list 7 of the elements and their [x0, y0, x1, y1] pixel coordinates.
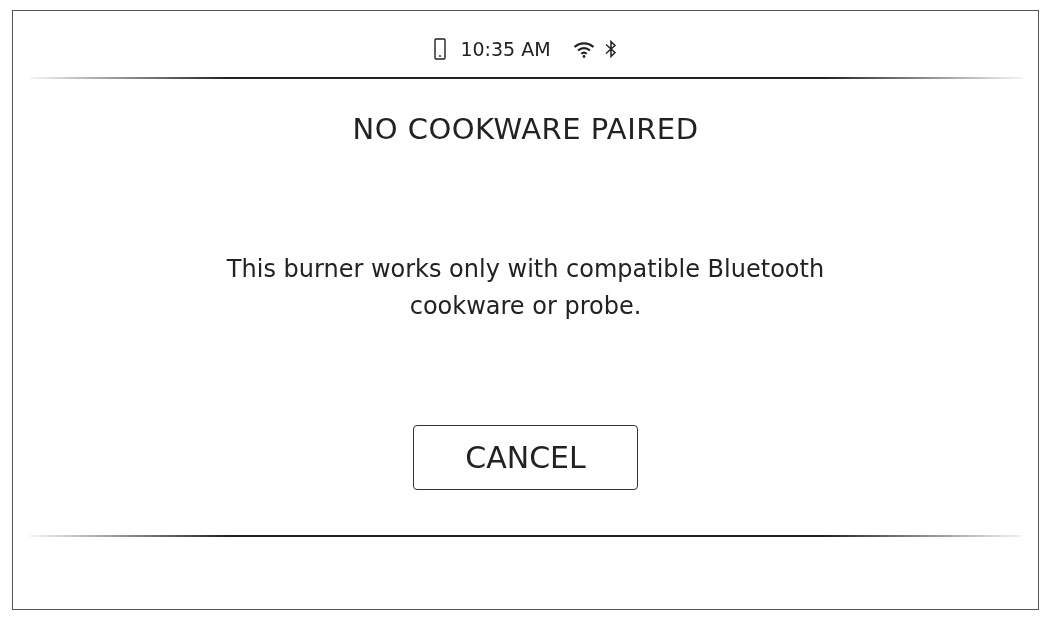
wifi-icon: [572, 40, 595, 58]
phone-icon: [434, 38, 447, 60]
cancel-button[interactable]: CANCEL: [413, 425, 638, 490]
dialog-title: NO COOKWARE PAIRED: [352, 111, 699, 148]
message-text: This burner works only with compatible Bluetooth cookware or probe.: [225, 254, 826, 322]
clock-time: 10:35 AM: [460, 38, 551, 60]
bluetooth-icon: [604, 39, 617, 59]
